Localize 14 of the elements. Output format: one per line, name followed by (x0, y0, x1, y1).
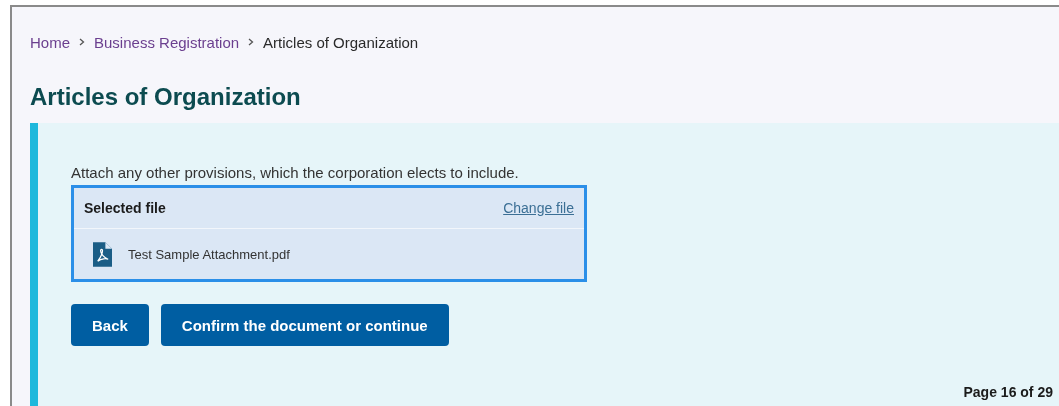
breadcrumb-link[interactable]: Business Registration (94, 33, 240, 51)
change-file-link[interactable]: Change file (503, 200, 574, 216)
chevron-icon (79, 38, 85, 46)
confirm-button[interactable]: Confirm the document or continue (160, 304, 449, 346)
page-indicator: Page 16 of 29 (963, 384, 1053, 400)
breadcrumb-link[interactable]: Home (30, 33, 70, 51)
file-name: Test Sample Attachment.pdf (128, 246, 290, 262)
back-button[interactable]: Back (71, 304, 149, 346)
selected-file-heading: Selected file (84, 200, 166, 216)
pdf-file-icon (93, 241, 112, 267)
page-title: Articles of Organization (30, 82, 302, 112)
instruction-text: Attach any other provisions, which the corporation elects to include. (71, 163, 520, 183)
chevron-icon (248, 38, 255, 46)
breadcrumb-current: Articles of Organization (263, 33, 419, 51)
